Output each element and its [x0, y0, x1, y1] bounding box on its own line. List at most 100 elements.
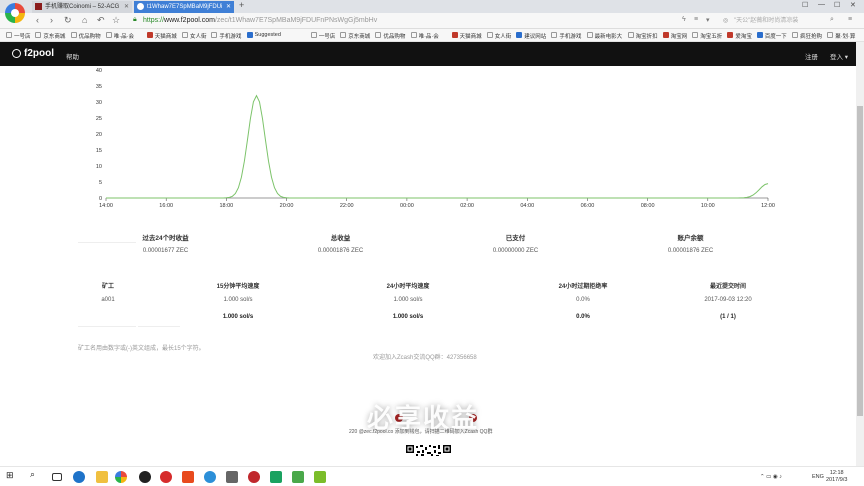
app-icon[interactable]: [204, 471, 216, 483]
worker-name-note: 矿工名用由数字或(-)英文组成，最长15个字符。: [78, 346, 205, 352]
search-placeholder: "天公"赵薇和时尚清凉装: [734, 18, 799, 24]
dropdown-icon[interactable]: ▾: [706, 16, 710, 24]
bookmark-label: 淘宝网: [670, 34, 688, 40]
search-input[interactable]: ◎ "天公"赵薇和时尚清凉装: [722, 15, 828, 27]
bookmark-item[interactable]: 唯·品·会: [410, 32, 439, 40]
bookmark-item[interactable]: 天猫商城: [146, 32, 177, 40]
weibo-icon[interactable]: [160, 471, 172, 483]
bookmark-label: 唯·品·会: [113, 34, 134, 40]
magnifier-icon[interactable]: ⌕: [830, 16, 834, 24]
f2pool-logo[interactable]: f2pool: [12, 48, 54, 59]
bookmark-icon: [246, 32, 253, 38]
bookmark-item[interactable]: Suggested: [246, 32, 281, 38]
bookmark-item[interactable]: 百度一下: [756, 32, 787, 40]
back-icon[interactable]: ‹: [36, 15, 39, 25]
bookmark-item[interactable]: 爱淘宝: [727, 32, 752, 40]
bookmark-icon: [627, 32, 634, 38]
restore-button[interactable]: ☐: [802, 1, 808, 9]
hashrate-series-line: [106, 94, 769, 199]
home-icon[interactable]: ⌂: [82, 15, 87, 25]
maximize-button[interactable]: ☐: [834, 1, 840, 9]
lightning-icon[interactable]: ϟ: [682, 16, 686, 23]
undo-icon[interactable]: ↶: [97, 15, 105, 26]
bookmark-label: 天猫商城: [154, 34, 177, 40]
tab-label: t1Whaw7E7SpMBaM9jFDUi: [147, 4, 223, 10]
login-link[interactable]: 登入 ▾: [830, 51, 848, 61]
windows-start-icon[interactable]: ⊞: [6, 470, 18, 482]
tab-f2pool[interactable]: t1Whaw7E7SpMBaM9jFDUi ✕: [134, 1, 234, 13]
data-point: [376, 197, 377, 198]
y-tick-label: 10: [96, 164, 102, 170]
bookmark-item[interactable]: 淘宝网: [662, 32, 688, 40]
workers-total: 1.000 sol/s: [392, 314, 424, 320]
bookmark-icon: [410, 32, 417, 38]
summary-header: 过去24个时收益: [142, 235, 189, 242]
scrollbar-thumb[interactable]: [857, 106, 863, 416]
x-tick-label: 12:00: [761, 203, 775, 209]
bookmark-item[interactable]: 淘宝五折: [692, 32, 722, 40]
bookmark-item[interactable]: 优品购物: [70, 32, 101, 40]
app-icon[interactable]: [270, 471, 282, 483]
bookmark-item[interactable]: 优品购物: [375, 32, 405, 40]
bookmark-item[interactable]: 京东商城: [340, 32, 370, 40]
brand-name: f2pool: [24, 48, 54, 59]
tab-label: 手机赚取Coinomi – 52-ACG: [45, 4, 120, 10]
star-icon[interactable]: ☆: [112, 15, 120, 26]
bookmark-item[interactable]: 淘宝折扣: [627, 32, 658, 40]
bookmark-label: 优品购物: [78, 34, 101, 40]
bookmark-icon: [662, 32, 669, 38]
bookmark-icon: [551, 32, 558, 38]
edge-icon[interactable]: [73, 471, 85, 483]
bookmark-item[interactable]: 京东商城: [35, 32, 65, 40]
language-indicator[interactable]: ENG: [812, 474, 824, 480]
close-icon[interactable]: ✕: [226, 1, 231, 13]
browser-logo-icon[interactable]: [5, 3, 25, 23]
tray-icons[interactable]: ⌃ ▭ ◉ ♪: [760, 474, 782, 480]
bookmark-item[interactable]: 一号店: [310, 32, 335, 40]
bookmark-item[interactable]: 聚·划·算: [827, 32, 855, 40]
workers-header: 矿工: [101, 284, 114, 290]
minimize-button[interactable]: —: [818, 1, 825, 8]
page-scrollbar[interactable]: [856, 42, 864, 466]
menu-icon[interactable]: ≡: [848, 16, 852, 23]
bookmark-label: 天猫商城: [459, 34, 482, 40]
site-navbar: f2pool 帮助 注册 登入 ▾: [0, 42, 856, 66]
bookmark-label: 百度一下: [764, 34, 787, 40]
url-field[interactable]: https://www.f2pool.com/zec/t1Whaw7E7SpMB…: [143, 15, 673, 27]
x-tick-label: 08:00: [641, 203, 655, 209]
bookmark-item[interactable]: 女人街: [182, 32, 207, 40]
bookmark-item[interactable]: 手机游戏: [551, 32, 581, 40]
qq-icon[interactable]: [139, 471, 151, 483]
reader-icon[interactable]: ≡: [694, 16, 698, 23]
bookmark-item[interactable]: 建议网站: [516, 32, 546, 40]
close-window-button[interactable]: ✕: [850, 1, 856, 9]
register-link[interactable]: 注册: [805, 51, 818, 61]
new-tab-button[interactable]: +: [239, 0, 244, 10]
bookmark-item[interactable]: 一号店: [6, 32, 31, 40]
bookmark-item[interactable]: 唯·品·会: [105, 32, 134, 40]
refresh-icon[interactable]: ↻: [64, 15, 72, 26]
app-icon[interactable]: [248, 471, 260, 483]
bookmark-item[interactable]: 疯狂抢购: [792, 32, 822, 40]
data-point: [346, 197, 347, 198]
app-icon[interactable]: [314, 471, 326, 483]
bookmark-item[interactable]: 手机游戏: [211, 32, 241, 40]
bookmark-icon: [211, 32, 218, 38]
search-icon[interactable]: ⌕: [30, 469, 42, 481]
x-tick-label: 20:00: [280, 203, 294, 209]
browser-app-icon[interactable]: [115, 471, 127, 483]
tab-coinomi[interactable]: 手机赚取Coinomi – 52-ACG ✕: [32, 1, 132, 13]
bookmark-item[interactable]: 女人街: [486, 32, 511, 40]
data-point: [617, 197, 618, 198]
help-link[interactable]: 帮助: [66, 51, 79, 61]
app-icon[interactable]: [292, 471, 304, 483]
close-icon[interactable]: ✕: [124, 1, 129, 13]
app-icon[interactable]: [226, 471, 238, 483]
file-explorer-icon[interactable]: [96, 471, 108, 483]
bookmark-item[interactable]: 最新电影大: [586, 32, 622, 40]
task-view-icon[interactable]: [52, 473, 62, 481]
system-clock[interactable]: 12:18 2017/9/3: [826, 470, 847, 484]
bookmark-item[interactable]: 天猫商城: [451, 32, 482, 40]
app-icon[interactable]: [182, 471, 194, 483]
forward-icon[interactable]: ›: [50, 15, 53, 25]
